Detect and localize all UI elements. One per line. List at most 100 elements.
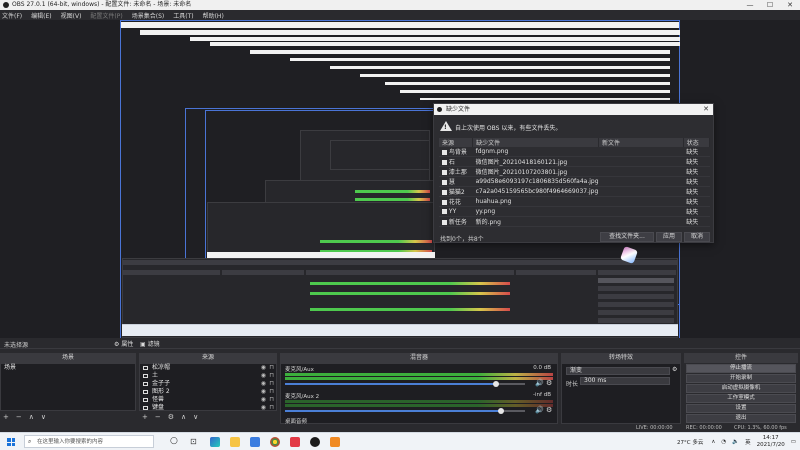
eye-icon[interactable]: ◉	[261, 396, 266, 404]
menu-tools[interactable]: 工具(T)	[173, 11, 193, 20]
row-new-file[interactable]	[598, 166, 684, 178]
volume-knob[interactable]	[493, 381, 499, 387]
checkbox-icon[interactable]	[442, 220, 447, 226]
volume-icon[interactable]: 🔈	[732, 439, 739, 445]
volume-slider[interactable]	[285, 410, 501, 412]
row-new-file[interactable]	[598, 156, 684, 168]
gear-icon[interactable]: ⚙	[546, 379, 552, 387]
missing-file-row[interactable]: 新任务 新的.png 缺失	[439, 216, 710, 228]
row-new-file[interactable]	[598, 196, 684, 208]
tray-arrow-icon[interactable]: ∧	[711, 439, 715, 445]
notification-icon[interactable]: ▭	[791, 439, 796, 445]
control-button[interactable]: 设置	[686, 404, 796, 413]
network-icon[interactable]: ◔	[721, 439, 726, 445]
row-new-file[interactable]	[598, 216, 684, 228]
scene-down-button[interactable]: ∨	[41, 413, 46, 421]
cancel-button[interactable]: 取消	[684, 232, 710, 242]
lock-icon[interactable]: ⊓	[269, 404, 274, 412]
volume-knob[interactable]	[498, 408, 504, 414]
sources-list[interactable]: 松凉帽 ◉ ⊓ 土 ◉ ⊓ 金子子 ◉ ⊓ 图形 2 ◉ ⊓ 怪兽 ◉ ⊓ 键盘 ◉ ⊓	[139, 363, 277, 411]
ime-lang[interactable]: 英	[745, 438, 751, 446]
control-button[interactable]: 启动虚拟摄像机	[686, 384, 796, 393]
lock-icon[interactable]: ⊓	[269, 364, 274, 372]
col-missing[interactable]: 缺少文件	[472, 138, 600, 147]
store-icon[interactable]	[250, 437, 260, 447]
control-button[interactable]: 停止播流	[686, 364, 796, 373]
checkbox-icon[interactable]	[442, 190, 447, 196]
menu-profile[interactable]: 配置文件(P)	[90, 11, 122, 20]
remove-source-button[interactable]: −	[155, 413, 161, 421]
maximize-button[interactable]: ☐	[760, 0, 780, 10]
add-source-button[interactable]: +	[142, 413, 148, 421]
missing-file-row[interactable]: 漆土那 微信图片_20210107203801.jpg 缺失	[439, 166, 710, 178]
eye-icon[interactable]: ◉	[261, 404, 266, 412]
missing-file-row[interactable]: 慧 a99d58e6093197c1806835d560fa4a.jpg 缺失	[439, 176, 710, 188]
weather-text[interactable]: 27°C 多云	[677, 438, 703, 446]
scene-item[interactable]: 场景	[1, 364, 135, 373]
close-button[interactable]: ✕	[780, 0, 800, 10]
row-new-file[interactable]	[598, 147, 684, 158]
menu-file[interactable]: 文件(F)	[2, 11, 22, 20]
source-item[interactable]: 键盘 ◉ ⊓	[140, 404, 276, 412]
speaker-icon[interactable]: 🔊	[535, 406, 544, 414]
lock-icon[interactable]: ⊓	[269, 372, 274, 380]
checkbox-icon[interactable]	[442, 170, 447, 176]
minimize-button[interactable]: —	[740, 0, 760, 10]
menu-view[interactable]: 视图(V)	[61, 11, 82, 20]
windows-start-icon[interactable]	[7, 438, 15, 446]
add-scene-button[interactable]: +	[3, 413, 9, 421]
lock-icon[interactable]: ⊓	[269, 388, 274, 396]
eye-icon[interactable]: ◉	[261, 364, 266, 372]
source-item[interactable]: 图形 2 ◉ ⊓	[140, 388, 276, 396]
source-item[interactable]: 土 ◉ ⊓	[140, 372, 276, 380]
checkbox-icon[interactable]	[442, 160, 447, 166]
properties-button[interactable]: ⚙ 属性	[114, 339, 133, 348]
missing-file-row[interactable]: 石 微信图片_20210418160121.jpg 缺失	[439, 156, 710, 168]
checkbox-icon[interactable]	[442, 150, 447, 156]
edge-icon[interactable]	[210, 437, 220, 447]
col-source[interactable]: 来源	[439, 138, 474, 147]
transition-select[interactable]: 渐变	[566, 367, 670, 375]
row-new-file[interactable]	[598, 176, 684, 188]
duration-input[interactable]: 300 ms	[580, 377, 670, 385]
checkbox-icon[interactable]	[442, 200, 447, 206]
control-button[interactable]: 开始录制	[686, 374, 796, 383]
volume-slider[interactable]	[285, 383, 496, 385]
control-button[interactable]: 退出	[686, 414, 796, 423]
eye-icon[interactable]: ◉	[261, 372, 266, 380]
taskbar-search-box[interactable]: ⌕ 在这里输入你要搜索的内容	[24, 435, 154, 448]
row-new-file[interactable]	[598, 206, 684, 218]
chrome-icon[interactable]	[270, 437, 280, 447]
clock[interactable]: 14:17 2021/7/20	[757, 435, 785, 449]
gear-icon[interactable]: ⚙	[546, 406, 552, 414]
checkbox-icon[interactable]	[442, 180, 447, 186]
missing-file-row[interactable]: 花花 huahua.png 缺失	[439, 196, 710, 208]
missing-file-row[interactable]: 猫猫2 c7a2a045159565bc980f4964669037.jpg 缺失	[439, 186, 710, 198]
source-up-button[interactable]: ∧	[181, 413, 186, 421]
task-view-icon[interactable]: ○	[170, 436, 178, 446]
transition-settings-icon[interactable]: ⚙	[672, 366, 677, 373]
scene-up-button[interactable]: ∧	[29, 413, 34, 421]
remove-scene-button[interactable]: −	[16, 413, 22, 421]
app-orange-icon[interactable]	[330, 437, 340, 447]
scenes-list[interactable]: 场景	[0, 363, 136, 411]
col-new[interactable]: 新文件	[598, 138, 684, 147]
source-down-button[interactable]: ∨	[193, 413, 198, 421]
menu-scene-collection[interactable]: 场景集合(S)	[132, 11, 165, 20]
menu-help[interactable]: 帮助(H)	[203, 11, 224, 20]
file-explorer-icon[interactable]	[230, 437, 240, 447]
source-settings-button[interactable]: ⚙	[168, 413, 174, 421]
source-item[interactable]: 怪兽 ◉ ⊓	[140, 396, 276, 404]
volume-slider-rest[interactable]	[501, 410, 525, 412]
filters-button[interactable]: ▣ 滤镜	[140, 339, 160, 348]
menu-edit[interactable]: 编辑(E)	[31, 11, 51, 20]
search-folder-button[interactable]: 查找文件夹...	[600, 232, 654, 242]
missing-file-row[interactable]: YY yy.png 缺失	[439, 206, 710, 218]
widgets-icon[interactable]: ⊡	[190, 437, 197, 446]
missing-file-row[interactable]: 鸟背景 fdgnm.png 缺失	[439, 147, 710, 158]
volume-slider-rest[interactable]	[496, 383, 525, 385]
lock-icon[interactable]: ⊓	[269, 396, 274, 404]
apply-button[interactable]: 应用	[656, 232, 682, 242]
row-new-file[interactable]	[598, 186, 684, 198]
app-red-icon[interactable]	[290, 437, 300, 447]
